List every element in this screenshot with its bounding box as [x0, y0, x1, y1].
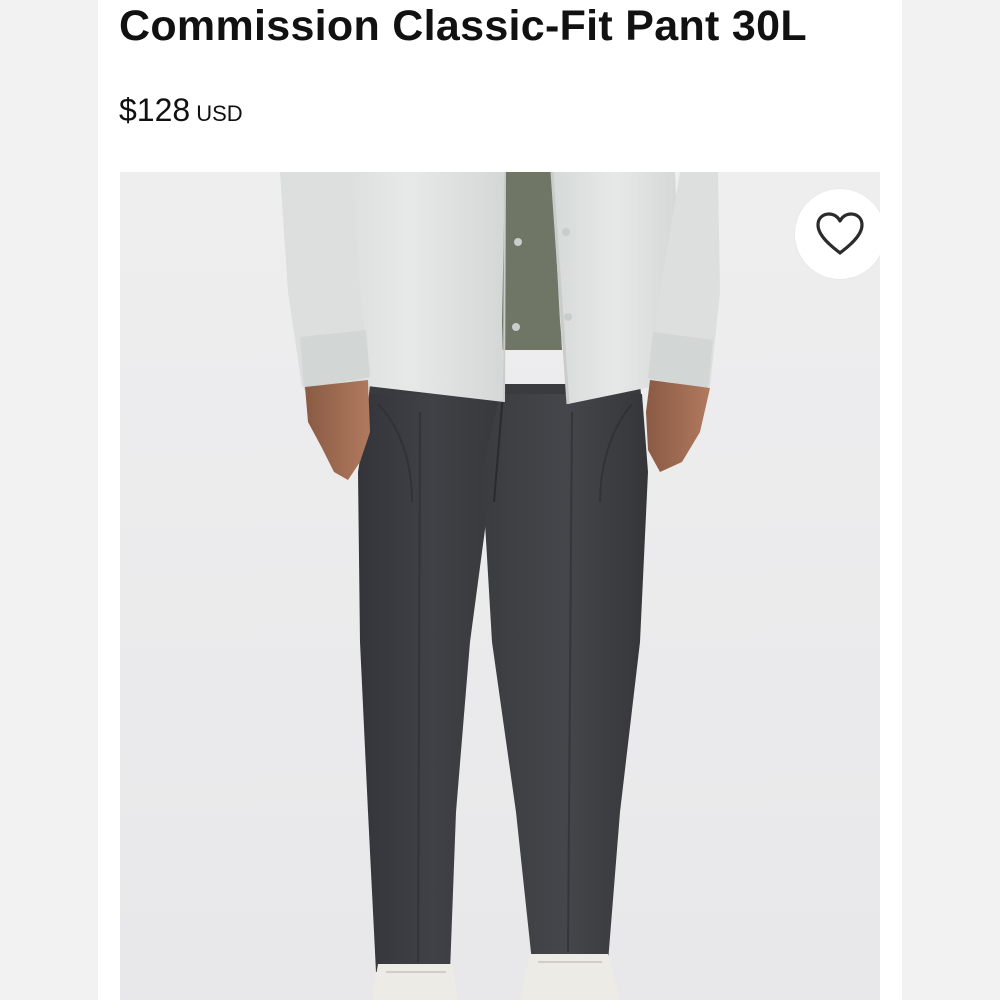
price-amount: $128: [119, 92, 191, 128]
price: $128 USD: [119, 92, 243, 129]
product-photo: [120, 172, 880, 1000]
wishlist-button[interactable]: [795, 189, 880, 279]
price-currency: USD: [196, 101, 243, 126]
product-title: Commission Classic-Fit Pant 30L: [119, 2, 807, 50]
product-page: Commission Classic-Fit Pant 30L $128 USD: [0, 0, 1000, 1000]
product-card: Commission Classic-Fit Pant 30L $128 USD: [98, 0, 902, 1000]
heart-outline-icon: [816, 212, 864, 255]
product-image[interactable]: [120, 172, 880, 1000]
